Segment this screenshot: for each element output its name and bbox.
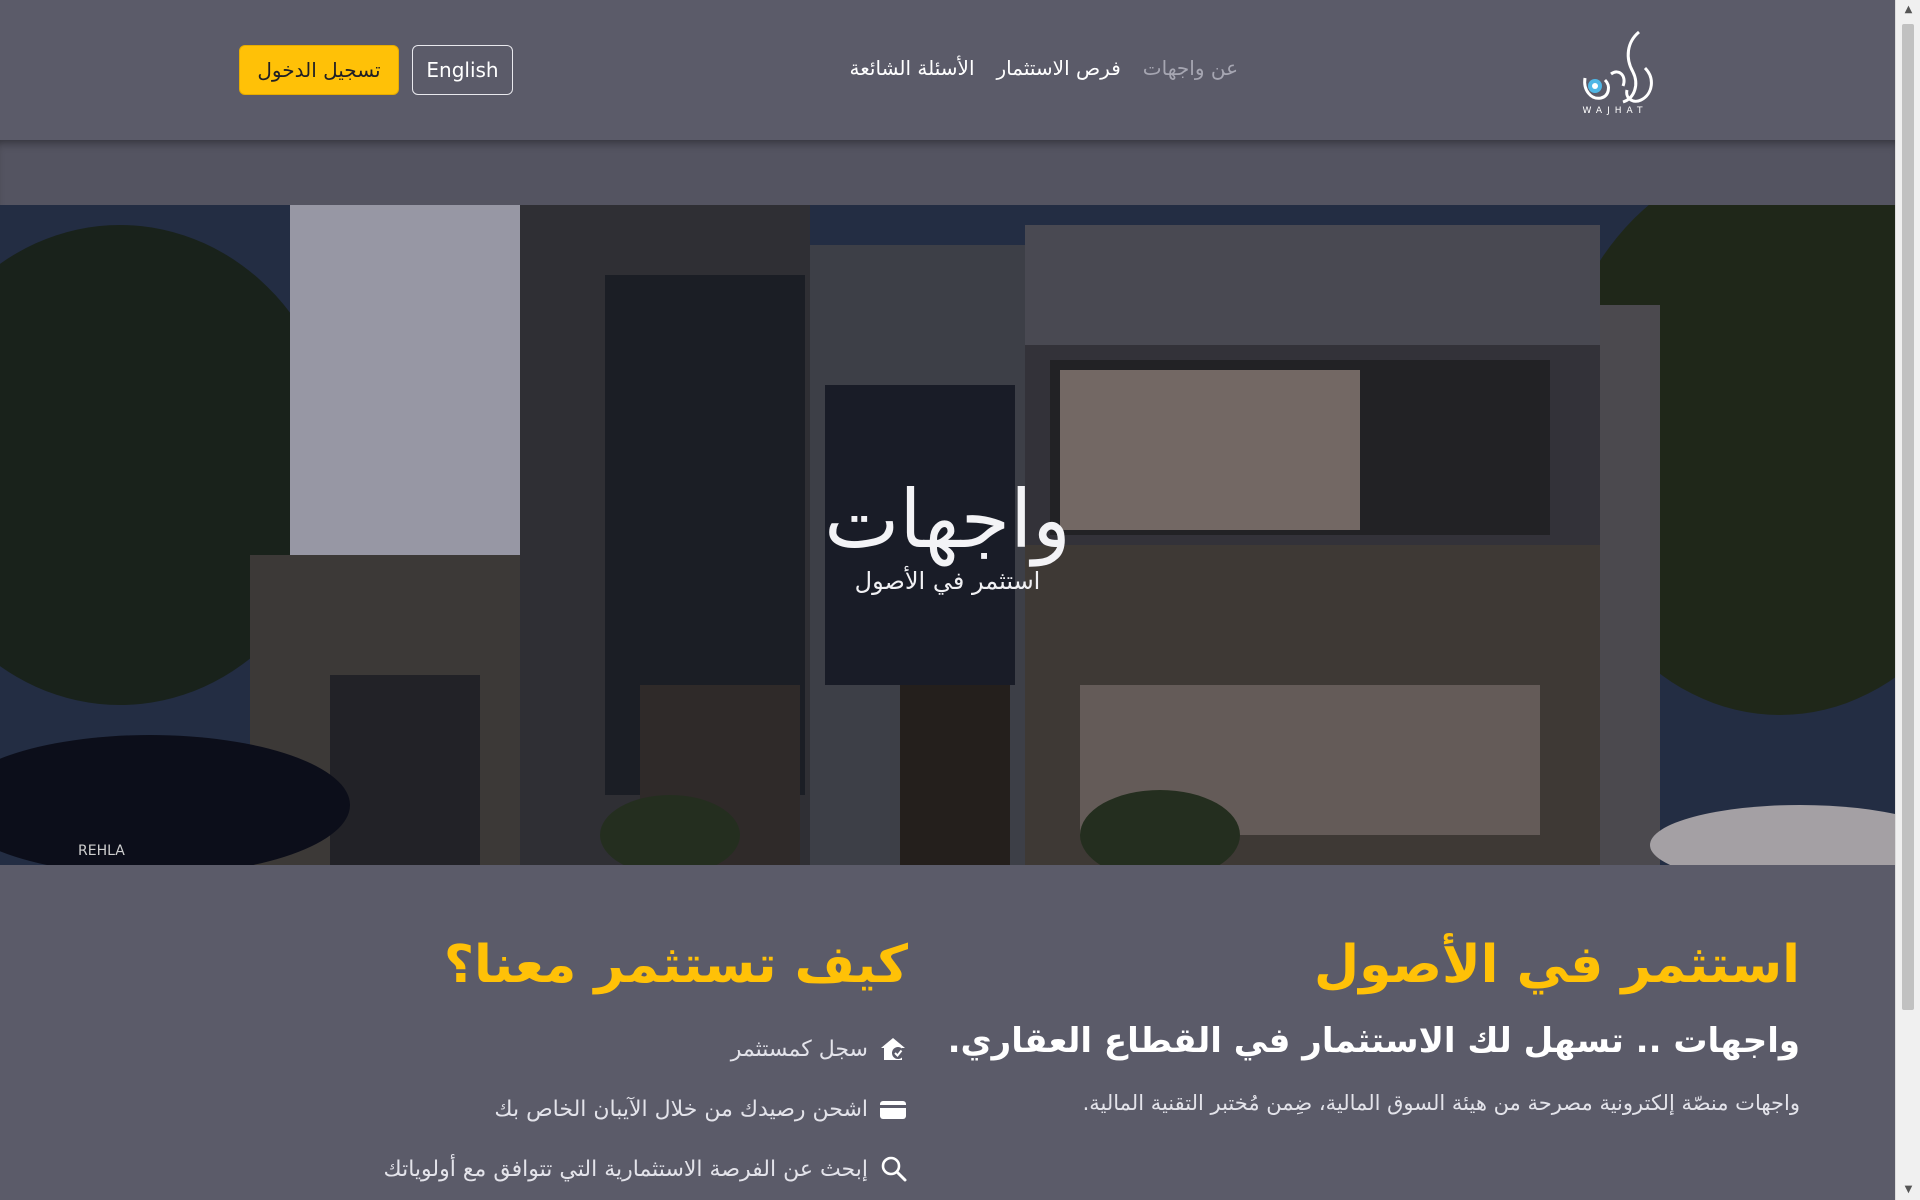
- how-to-invest-column: كيف تستثمر معنا؟ سجل كمستثمر اشحن رصيدك …: [208, 935, 908, 1199]
- hero-title: واجهات: [824, 473, 1071, 566]
- page-scrollbar[interactable]: ▲ ▼: [1895, 0, 1920, 1200]
- step-label: سجل كمستثمر: [730, 1036, 868, 1062]
- logo-wordmark: WAJHAT: [1582, 106, 1648, 116]
- main-nav: عن واجهات فرص الاستثمار الأسئلة الشائعة: [850, 56, 1238, 80]
- hero-banner: REHLA واجهات استثمر في الأصول: [0, 205, 1895, 865]
- hero-subtitle: استثمر في الأصول: [854, 567, 1041, 595]
- login-button[interactable]: تسجيل الدخول: [239, 45, 399, 95]
- about-subheading: واجهات .. تسهل لك الاستثمار في القطاع ال…: [947, 1021, 1800, 1061]
- step-item: إبحث عن الفرصة الاستثمارية التي تتوافق م…: [208, 1139, 908, 1199]
- search-icon: [881, 1156, 907, 1182]
- header-subbar: [0, 140, 1895, 205]
- site-header: تسجيل الدخول English عن واجهات فرص الاست…: [0, 0, 1895, 140]
- about-column: استثمر في الأصول واجهات .. تسهل لك الاست…: [900, 935, 1800, 1115]
- site-logo[interactable]: WAJHAT: [1575, 28, 1665, 120]
- nav-item-opportunities[interactable]: فرص الاستثمار: [997, 56, 1121, 80]
- nav-item-about[interactable]: عن واجهات: [1143, 56, 1238, 80]
- intro-section: استثمر في الأصول واجهات .. تسهل لك الاست…: [0, 865, 1895, 1200]
- step-item: اشحن رصيدك من خلال الآيبان الخاص بك: [208, 1079, 908, 1139]
- step-label: اشحن رصيدك من خلال الآيبان الخاص بك: [494, 1096, 868, 1122]
- how-heading: كيف تستثمر معنا؟: [443, 935, 908, 995]
- language-switch-button[interactable]: English: [412, 45, 513, 95]
- scroll-down-arrow-icon[interactable]: ▼: [1896, 1180, 1920, 1200]
- nav-item-faq[interactable]: الأسئلة الشائعة: [850, 56, 975, 80]
- scroll-thumb[interactable]: [1902, 24, 1914, 1010]
- scroll-up-arrow-icon[interactable]: ▲: [1896, 0, 1920, 20]
- page: تسجيل الدخول English عن واجهات فرص الاست…: [0, 0, 1895, 1200]
- step-label: إبحث عن الفرصة الاستثمارية التي تتوافق م…: [383, 1156, 868, 1182]
- about-heading: استثمر في الأصول: [1313, 935, 1800, 995]
- hero-watermark: REHLA: [78, 843, 125, 859]
- calligraphy-logo-icon: [1583, 30, 1653, 104]
- house-check-icon: [881, 1038, 905, 1060]
- wallet-icon: [880, 1101, 906, 1119]
- step-item: سجل كمستثمر: [208, 1019, 908, 1079]
- steps-list: سجل كمستثمر اشحن رصيدك من خلال الآيبان ا…: [208, 1019, 908, 1199]
- about-text: واجهات منصّة إلكترونية مصرحة من هيئة الس…: [1082, 1091, 1800, 1115]
